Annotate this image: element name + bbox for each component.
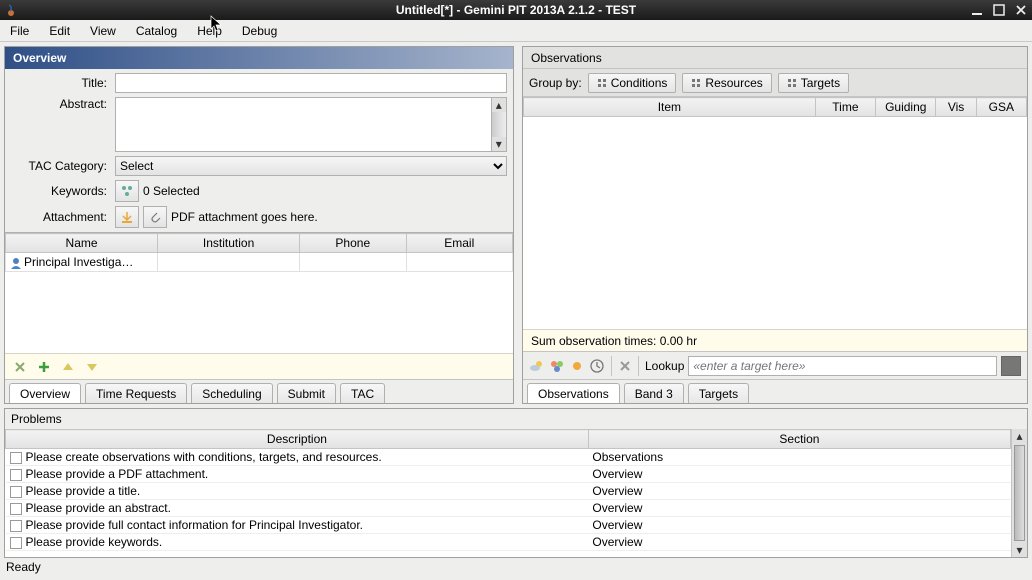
sum-observation-times: Sum observation times: 0.00 hr	[523, 329, 1027, 351]
keywords-button[interactable]	[115, 180, 139, 202]
delete-icon[interactable]	[11, 358, 29, 376]
delete-obs-icon[interactable]	[618, 359, 632, 373]
lookup-label: Lookup	[645, 359, 684, 373]
overview-tabbar: Overview Time Requests Scheduling Submit…	[5, 379, 513, 403]
problem-row[interactable]: Please provide full contact information …	[6, 517, 1011, 534]
label-attachment: Attachment:	[11, 210, 111, 224]
checkbox-icon[interactable]	[10, 503, 22, 515]
label-keywords: Keywords:	[11, 184, 111, 198]
lookup-toolbar: Lookup	[523, 351, 1027, 379]
tab-scheduling[interactable]: Scheduling	[191, 383, 272, 404]
problem-row[interactable]: Please provide an abstract.Overview	[6, 500, 1011, 517]
investigators-table: Name Institution Phone Email Principal I…	[5, 232, 513, 304]
lookup-go-button[interactable]	[1001, 356, 1021, 376]
problems-panel: Problems Description Section Please crea…	[4, 408, 1028, 558]
scroll-up-icon[interactable]: ▴	[492, 98, 506, 112]
obs-col-gsa[interactable]: GSA	[976, 98, 1026, 117]
menu-edit[interactable]: Edit	[45, 22, 74, 40]
statusbar: Ready	[0, 558, 1032, 576]
observations-header: Observations	[523, 47, 1027, 69]
problems-header: Problems	[5, 409, 1027, 429]
tab-time-requests[interactable]: Time Requests	[85, 383, 187, 404]
window-title: Untitled[*] - Gemini PIT 2013A 2.1.2 - T…	[396, 3, 636, 17]
checkbox-icon[interactable]	[10, 537, 22, 549]
table-row[interactable]: Principal Investiga…	[6, 253, 513, 272]
problem-row[interactable]: Please provide a PDF attachment.Overview	[6, 466, 1011, 483]
checkbox-icon[interactable]	[10, 520, 22, 532]
problem-row[interactable]: Please create observations with conditio…	[6, 449, 1011, 466]
group-by-row: Group by: Conditions Resources Targets	[523, 69, 1027, 97]
tac-select[interactable]: Select	[115, 156, 507, 176]
label-title: Title:	[11, 76, 111, 90]
lookup-input[interactable]	[688, 356, 997, 376]
scroll-up-icon[interactable]: ▴	[1012, 429, 1027, 443]
resource-icon[interactable]	[549, 358, 565, 374]
problem-row[interactable]: Please provide a title.Overview	[6, 483, 1011, 500]
problem-row[interactable]: Please provide keywords.Overview	[6, 534, 1011, 551]
add-icon[interactable]	[35, 358, 53, 376]
keywords-count: 0 Selected	[143, 184, 200, 198]
obs-col-item[interactable]: Item	[524, 98, 816, 117]
col-name[interactable]: Name	[6, 234, 158, 253]
maximize-button[interactable]	[992, 3, 1006, 17]
attach-file-button[interactable]	[143, 206, 167, 228]
observations-table: Item Time Guiding Vis GSA	[523, 97, 1027, 329]
group-targets[interactable]: Targets	[778, 73, 849, 93]
title-input[interactable]	[115, 73, 507, 93]
menubar: File Edit View Catalog Help Debug	[0, 20, 1032, 42]
label-abstract: Abstract:	[11, 97, 111, 111]
attachment-text: PDF attachment goes here.	[171, 210, 318, 224]
scroll-down-icon[interactable]: ▾	[1012, 543, 1027, 557]
clock-icon[interactable]	[589, 358, 605, 374]
group-conditions[interactable]: Conditions	[588, 73, 677, 93]
import-attachment-button[interactable]	[115, 206, 139, 228]
tab-submit[interactable]: Submit	[277, 383, 336, 404]
observations-tabbar: Observations Band 3 Targets	[523, 379, 1027, 403]
checkbox-icon[interactable]	[10, 452, 22, 464]
observations-panel: Observations Group by: Conditions Resour…	[522, 46, 1028, 404]
col-email[interactable]: Email	[406, 234, 512, 253]
obs-col-time[interactable]: Time	[815, 98, 875, 117]
tab-observations[interactable]: Observations	[527, 383, 620, 404]
scroll-down-icon[interactable]: ▾	[492, 137, 506, 151]
label-tac: TAC Category:	[11, 159, 111, 173]
move-up-icon[interactable]	[59, 358, 77, 376]
scroll-thumb[interactable]	[1014, 445, 1025, 541]
java-icon	[4, 0, 18, 20]
checkbox-icon[interactable]	[10, 486, 22, 498]
overview-panel: Overview Title: Abstract: ▴ ▾ TAC Catego…	[4, 46, 514, 404]
status-text: Ready	[6, 560, 41, 574]
col-phone[interactable]: Phone	[300, 234, 406, 253]
titlebar: Untitled[*] - Gemini PIT 2013A 2.1.2 - T…	[0, 0, 1032, 20]
problems-col-description[interactable]: Description	[6, 430, 589, 449]
tab-targets[interactable]: Targets	[688, 383, 749, 404]
obs-col-guiding[interactable]: Guiding	[876, 98, 936, 117]
obs-col-vis[interactable]: Vis	[936, 98, 976, 117]
menu-help[interactable]: Help	[193, 22, 226, 40]
col-institution[interactable]: Institution	[158, 234, 300, 253]
move-down-icon[interactable]	[83, 358, 101, 376]
tab-band3[interactable]: Band 3	[624, 383, 684, 404]
group-by-label: Group by:	[529, 76, 582, 90]
investigator-toolbar	[5, 353, 513, 379]
target-sun-icon[interactable]	[569, 358, 585, 374]
problems-scrollbar[interactable]: ▴ ▾	[1011, 429, 1027, 557]
menu-file[interactable]: File	[6, 22, 33, 40]
weather-icon[interactable]	[529, 358, 545, 374]
person-icon	[10, 257, 22, 269]
abstract-input[interactable]	[115, 97, 492, 152]
group-resources[interactable]: Resources	[682, 73, 771, 93]
overview-header: Overview	[5, 47, 513, 69]
minimize-button[interactable]	[970, 3, 984, 17]
checkbox-icon[interactable]	[10, 469, 22, 481]
menu-debug[interactable]: Debug	[238, 22, 281, 40]
close-button[interactable]	[1014, 3, 1028, 17]
problems-col-section[interactable]: Section	[588, 430, 1010, 449]
menu-view[interactable]: View	[86, 22, 120, 40]
tab-overview[interactable]: Overview	[9, 383, 81, 404]
tab-tac[interactable]: TAC	[340, 383, 385, 404]
menu-catalog[interactable]: Catalog	[132, 22, 181, 40]
abstract-scrollbar[interactable]: ▴ ▾	[492, 97, 507, 152]
